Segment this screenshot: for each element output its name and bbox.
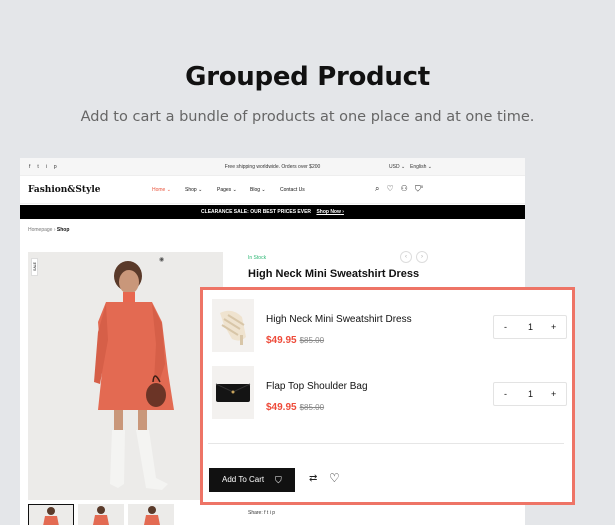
cart-icon[interactable]: ⛉0 <box>415 184 423 195</box>
account-icon[interactable]: ⚇ <box>401 184 408 195</box>
instagram-icon[interactable]: i <box>270 510 271 516</box>
product-title: High Neck Mini Sweatshirt Dress <box>248 268 420 280</box>
logo[interactable]: Fashion&Style <box>28 185 100 195</box>
quantity-input[interactable]: 1 <box>528 322 533 332</box>
nav-icons: ⌕ ♡ ⚇ ⛉0 <box>375 184 423 195</box>
main-nav: Fashion&Style Home ⌄ Shop ⌄ Pages ⌄ Blog… <box>20 176 525 204</box>
next-product-icon[interactable]: › <box>416 251 428 263</box>
nav-item-blog[interactable]: Blog ⌄ <box>250 187 280 193</box>
nav-item-shop[interactable]: Shop ⌄ <box>185 187 217 193</box>
breadcrumb: Homepage › Shop <box>28 227 70 233</box>
promo-banner: CLEARANCE SALE: OUR BEST PRICES EVER Sho… <box>20 205 525 219</box>
bag-icon: ⛉ <box>275 475 282 485</box>
nav-item-contact[interactable]: Contact Us <box>280 187 305 193</box>
product-thumbnail[interactable] <box>212 299 254 352</box>
twitter-icon[interactable]: t <box>267 510 268 516</box>
thumbnail-strip <box>28 504 174 525</box>
breadcrumb-current: Shop <box>56 227 70 233</box>
prev-product-icon[interactable]: ‹ <box>400 251 412 263</box>
thumbnail-image <box>93 506 109 525</box>
product-photo[interactable]: SALE ◉ <box>28 252 223 500</box>
hero-subtitle: Add to cart a bundle of products at one … <box>80 109 535 125</box>
item-name[interactable]: Flap Top Shoulder Bag <box>266 381 368 392</box>
nav-item-pages[interactable]: Pages ⌄ <box>217 187 250 193</box>
stock-status: In Stock <box>248 255 267 261</box>
wishlist-icon[interactable]: ♡ <box>329 471 340 485</box>
grouped-item: Flap Top Shoulder Bag $49.95 $85.00 - 1 + <box>208 363 568 419</box>
breadcrumb-home[interactable]: Homepage <box>28 227 52 233</box>
decrease-button[interactable]: - <box>504 389 507 399</box>
quantity-stepper: - 1 + <box>493 315 567 339</box>
shop-now-link[interactable]: Shop Now › <box>316 209 344 215</box>
thumbnail[interactable] <box>78 504 124 525</box>
item-name[interactable]: High Neck Mini Sweatshirt Dress <box>266 314 412 325</box>
decrease-button[interactable]: - <box>504 322 507 332</box>
product-thumbnail[interactable] <box>212 366 254 419</box>
language-select[interactable]: English ⌄ <box>410 164 432 170</box>
thumbnail-image <box>144 506 160 525</box>
grouped-product-panel: High Neck Mini Sweatshirt Dress $49.95 $8… <box>200 287 575 505</box>
sandal-image <box>212 299 254 352</box>
item-price: $49.95 $85.00 <box>266 402 325 413</box>
top-bar: f t i p Free shipping worldwide. Orders … <box>20 158 525 176</box>
thumbnail-image <box>43 507 59 525</box>
facebook-icon[interactable]: f <box>264 510 265 516</box>
increase-button[interactable]: + <box>551 322 556 332</box>
currency-select[interactable]: USD ⌄ <box>389 164 405 170</box>
pinterest-icon[interactable]: p <box>272 510 275 516</box>
grouped-item: High Neck Mini Sweatshirt Dress $49.95 $8… <box>208 296 568 352</box>
product-pager: ‹ › <box>400 251 428 263</box>
wishlist-icon[interactable]: ♡ <box>386 184 393 195</box>
thumbnail[interactable] <box>128 504 174 525</box>
zoom-icon[interactable]: ◉ <box>159 256 164 263</box>
increase-button[interactable]: + <box>551 389 556 399</box>
sale-badge: SALE <box>31 258 38 276</box>
search-icon[interactable]: ⌕ <box>375 184 379 195</box>
item-old-price: $85.00 <box>299 403 325 412</box>
model-image <box>28 252 223 500</box>
compare-icon[interactable]: ⇄ <box>309 473 317 484</box>
item-price: $49.95 $85.00 <box>266 335 325 346</box>
item-old-price: $85.00 <box>299 336 325 345</box>
quantity-input[interactable]: 1 <box>528 389 533 399</box>
add-to-cart-button[interactable]: Add To Cart ⛉ <box>209 468 295 492</box>
nav-item-home[interactable]: Home ⌄ <box>152 187 185 193</box>
thumbnail[interactable] <box>28 504 74 525</box>
bag-image <box>212 366 254 419</box>
shipping-notice: Free shipping worldwide. Orders over $20… <box>224 164 321 170</box>
hero-title: Grouped Product <box>185 62 430 92</box>
quantity-stepper: - 1 + <box>493 382 567 406</box>
share-row: Share: f t i p <box>248 510 275 516</box>
divider <box>208 443 564 444</box>
nav-menu: Home ⌄ Shop ⌄ Pages ⌄ Blog ⌄ Contact Us <box>152 187 305 193</box>
